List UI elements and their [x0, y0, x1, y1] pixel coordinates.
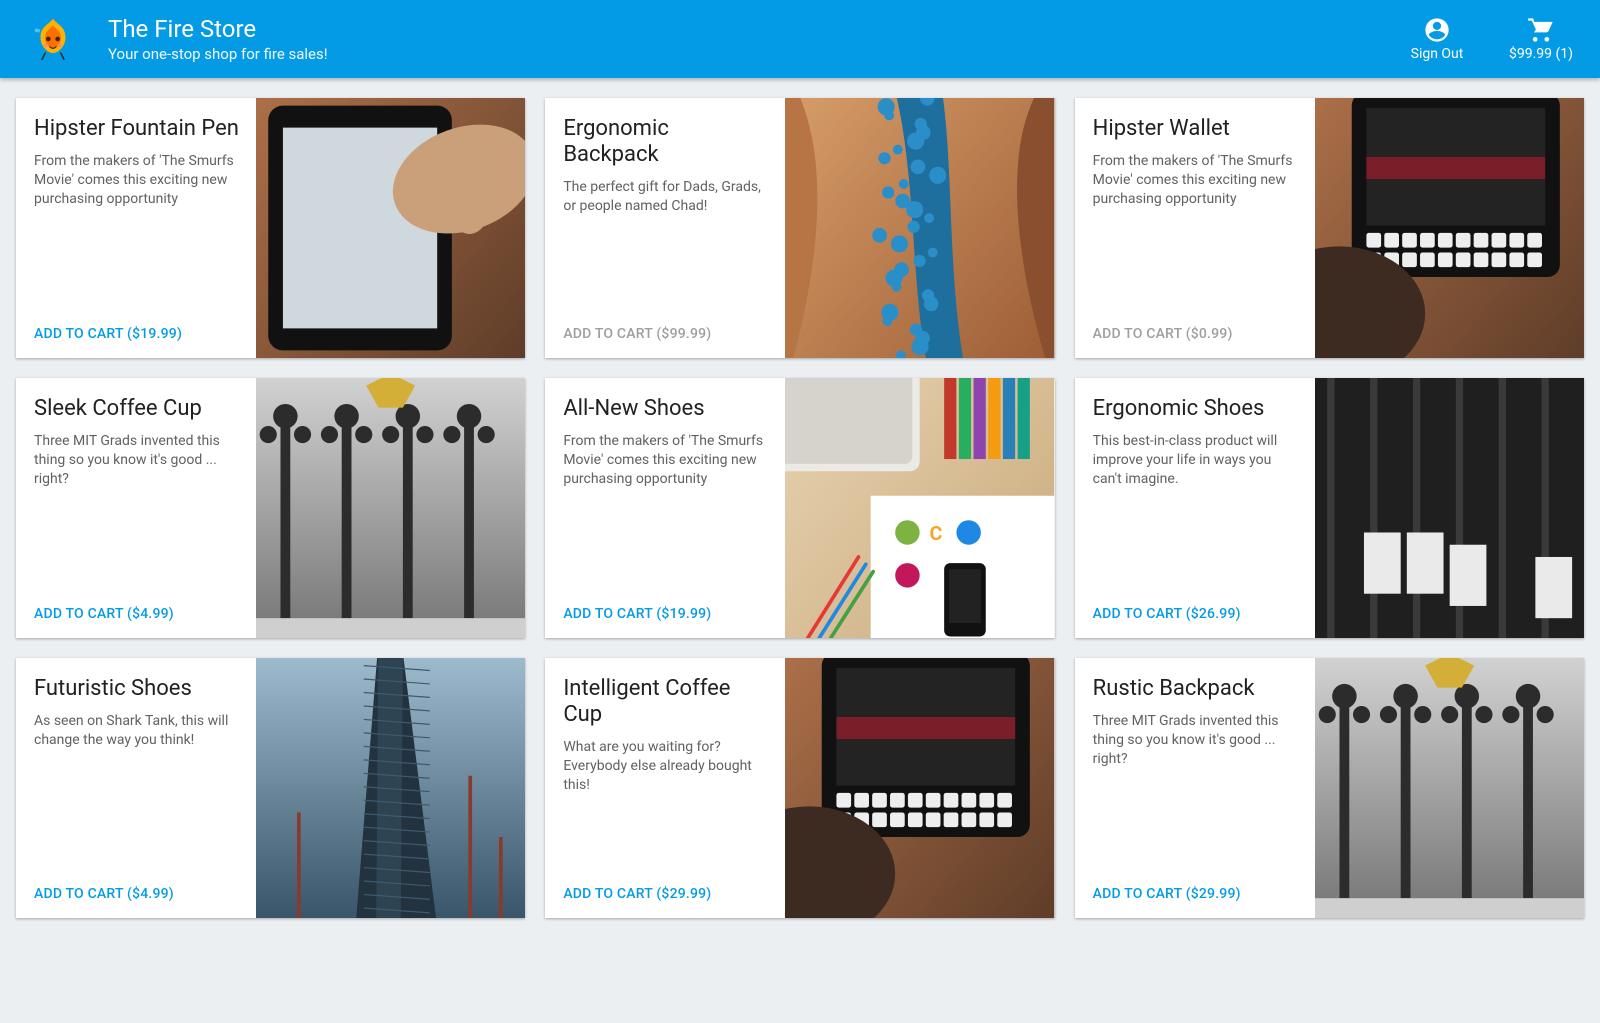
product-card: All-New Shoes From the makers of 'The Sm… [545, 378, 1054, 638]
app-logo [28, 14, 78, 64]
app-title: The Fire Store [108, 15, 328, 44]
product-info: All-New Shoes From the makers of 'The Sm… [545, 378, 785, 638]
product-title: Ergonomic Backpack [563, 116, 769, 168]
product-image [256, 378, 525, 638]
product-card: Hipster Wallet From the makers of 'The S… [1075, 98, 1584, 358]
svg-text:C: C [930, 522, 943, 545]
product-grid: Hipster Fountain Pen From the makers of … [0, 78, 1600, 938]
product-info: Hipster Wallet From the makers of 'The S… [1075, 98, 1315, 358]
add-to-cart-button[interactable]: ADD TO CART ($4.99) [34, 886, 240, 902]
product-card: Ergonomic Backpack The perfect gift for … [545, 98, 1054, 358]
product-info: Ergonomic Shoes This best-in-class produ… [1075, 378, 1315, 638]
product-card: Futuristic Shoes As seen on Shark Tank, … [16, 658, 525, 918]
product-title: Hipster Wallet [1093, 116, 1299, 142]
product-info: Rustic Backpack Three MIT Grads invented… [1075, 658, 1315, 918]
add-to-cart-button: ADD TO CART ($99.99) [563, 326, 769, 342]
app-header: The Fire Store Your one-stop shop for fi… [0, 0, 1600, 78]
product-card: Ergonomic Shoes This best-in-class produ… [1075, 378, 1584, 638]
product-info: Hipster Fountain Pen From the makers of … [16, 98, 256, 358]
product-image [256, 658, 525, 918]
product-title: Futuristic Shoes [34, 676, 240, 702]
cart-icon [1527, 16, 1555, 44]
product-title: Ergonomic Shoes [1093, 396, 1299, 422]
product-info: Intelligent Coffee Cup What are you wait… [545, 658, 785, 918]
product-info: Futuristic Shoes As seen on Shark Tank, … [16, 658, 256, 918]
add-to-cart-button[interactable]: ADD TO CART ($19.99) [563, 606, 769, 622]
product-image [1315, 378, 1584, 638]
product-title: All-New Shoes [563, 396, 769, 422]
product-title: Sleek Coffee Cup [34, 396, 240, 422]
product-description: Three MIT Grads invented this thing so y… [1093, 712, 1299, 769]
product-description: From the makers of 'The Smurfs Movie' co… [563, 432, 769, 489]
product-image [785, 98, 1054, 358]
app-subtitle: Your one-stop shop for fire sales! [108, 45, 328, 63]
product-image [256, 98, 525, 358]
product-description: As seen on Shark Tank, this will change … [34, 712, 240, 750]
product-description: From the makers of 'The Smurfs Movie' co… [34, 152, 240, 209]
add-to-cart-button[interactable]: ADD TO CART ($4.99) [34, 606, 240, 622]
product-card: Sleek Coffee Cup Three MIT Grads invente… [16, 378, 525, 638]
product-description: From the makers of 'The Smurfs Movie' co… [1093, 152, 1299, 209]
product-info: Sleek Coffee Cup Three MIT Grads invente… [16, 378, 256, 638]
add-to-cart-button: ADD TO CART ($0.99) [1093, 326, 1299, 342]
product-image [1315, 658, 1584, 918]
product-description: Three MIT Grads invented this thing so y… [34, 432, 240, 489]
header-actions: Sign Out $99.99 (1) [1402, 16, 1576, 62]
product-title: Hipster Fountain Pen [34, 116, 240, 142]
product-description: What are you waiting for? Everybody else… [563, 738, 769, 795]
product-info: Ergonomic Backpack The perfect gift for … [545, 98, 785, 358]
fire-mascot-icon [28, 14, 78, 64]
add-to-cart-button[interactable]: ADD TO CART ($26.99) [1093, 606, 1299, 622]
product-image [1315, 98, 1584, 358]
header-titles: The Fire Store Your one-stop shop for fi… [108, 15, 328, 64]
product-image: C [785, 378, 1054, 638]
product-description: This best-in-class product will improve … [1093, 432, 1299, 489]
product-title: Rustic Backpack [1093, 676, 1299, 702]
product-card: Rustic Backpack Three MIT Grads invented… [1075, 658, 1584, 918]
add-to-cart-button[interactable]: ADD TO CART ($19.99) [34, 326, 240, 342]
add-to-cart-button[interactable]: ADD TO CART ($29.99) [1093, 886, 1299, 902]
product-image [785, 658, 1054, 918]
product-description: The perfect gift for Dads, Grads, or peo… [563, 178, 769, 216]
product-card: Hipster Fountain Pen From the makers of … [16, 98, 525, 358]
product-card: Intelligent Coffee Cup What are you wait… [545, 658, 1054, 918]
cart-button[interactable]: $99.99 (1) [1506, 16, 1576, 62]
account-circle-icon [1423, 16, 1451, 44]
add-to-cart-button[interactable]: ADD TO CART ($29.99) [563, 886, 769, 902]
signout-label: Sign Out [1411, 46, 1464, 62]
cart-label: $99.99 (1) [1509, 46, 1573, 62]
product-title: Intelligent Coffee Cup [563, 676, 769, 728]
signout-button[interactable]: Sign Out [1402, 16, 1472, 62]
